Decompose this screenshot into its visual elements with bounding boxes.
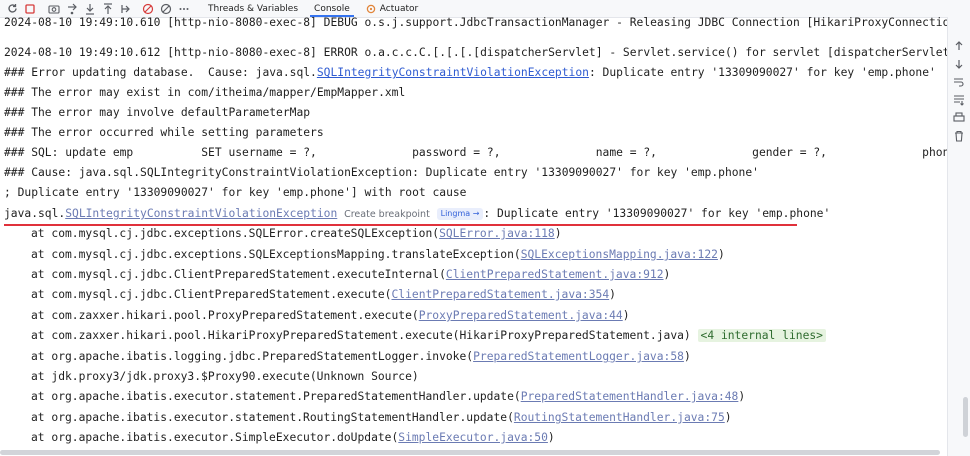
source-link[interactable]: ProxyPreparedStatement.java:44 xyxy=(419,309,623,322)
log-line: 2024-08-10 19:49:10.610 [http-nio-8080-e… xyxy=(4,17,948,29)
log-line: 2024-08-10 19:49:10.612 [http-nio-8080-e… xyxy=(4,46,948,59)
exception-message: : Duplicate entry '13309090027' for key … xyxy=(483,207,831,220)
run-to-cursor-icon[interactable] xyxy=(120,3,132,15)
stack-frame: at org.apache.ibatis.executor.SimpleExec… xyxy=(31,428,555,448)
stack-frame: at org.apache.ibatis.logging.jdbc.Prepar… xyxy=(31,347,691,367)
tab-label: Threads & Variables xyxy=(208,3,299,14)
log-text: ### Error updating database. Cause: java… xyxy=(4,66,317,79)
frame-text: at org.apache.ibatis.logging.jdbc.Prepar… xyxy=(31,350,474,363)
vertical-scrollbar[interactable] xyxy=(963,397,968,437)
source-link[interactable]: SimpleExecutor.java:50 xyxy=(398,431,548,444)
frame-text: ) xyxy=(663,268,671,281)
source-link[interactable]: PreparedStatementLogger.java:58 xyxy=(473,350,684,363)
frame-text: ) xyxy=(622,309,630,322)
tab-actuator[interactable]: Actuator xyxy=(358,0,426,17)
frame-text: at com.mysql.cj.jdbc.exceptions.SQLExcep… xyxy=(31,248,521,261)
frame-text: ) xyxy=(738,390,746,403)
scroll-down-icon[interactable] xyxy=(953,55,965,69)
restart-icon[interactable] xyxy=(6,3,18,15)
exception-link[interactable]: SQLIntegrityConstraintViolationException xyxy=(317,66,589,79)
debug-toolbar: Threads & Variables Console Actuator xyxy=(0,0,970,18)
frame-text: at com.mysql.cj.jdbc.exceptions.SQLError… xyxy=(31,227,440,240)
source-link[interactable]: ClientPreparedStatement.java:354 xyxy=(391,288,609,301)
log-line: ### Error updating database. Cause: java… xyxy=(4,63,936,83)
tab-label: Actuator xyxy=(379,3,419,14)
frame-text: ) xyxy=(683,350,691,363)
exception-line: java.sql.SQLIntegrityConstraintViolation… xyxy=(4,204,830,224)
frame-text: at com.zaxxer.hikari.pool.ProxyPreparedS… xyxy=(31,309,419,322)
horizontal-scrollbar-thumb[interactable] xyxy=(0,450,940,455)
frame-text: ) xyxy=(609,288,616,301)
step-out-icon[interactable] xyxy=(102,2,114,15)
tab-label: Console xyxy=(314,3,350,14)
actuator-icon xyxy=(366,4,376,14)
frame-text: at org.apache.ibatis.executor.SimpleExec… xyxy=(31,431,399,444)
step-into-icon[interactable] xyxy=(84,3,96,15)
frame-text: at org.apache.ibatis.executor.statement.… xyxy=(31,390,521,403)
soft-wrap-icon[interactable] xyxy=(953,73,965,87)
horizontal-scrollbar[interactable] xyxy=(0,449,948,456)
source-link[interactable]: SQLExceptionsMapping.java:122 xyxy=(521,248,718,261)
frame-text: at com.mysql.cj.jdbc.ClientPreparedState… xyxy=(31,268,446,281)
scroll-to-end-icon[interactable] xyxy=(953,91,965,106)
print-icon[interactable] xyxy=(953,109,965,122)
evaluate-icon[interactable] xyxy=(142,3,154,15)
frame-text: ) xyxy=(724,411,732,424)
console-side-toolbar xyxy=(947,17,970,456)
stack-frame: at com.mysql.cj.jdbc.ClientPreparedState… xyxy=(31,285,616,305)
error-underline xyxy=(4,224,797,226)
scroll-up-icon[interactable] xyxy=(953,37,965,50)
stack-frame: at com.mysql.cj.jdbc.exceptions.SQLExcep… xyxy=(31,245,725,265)
stack-frame: at org.apache.ibatis.executor.statement.… xyxy=(31,387,745,407)
lingma-badge[interactable]: Lingma → xyxy=(436,208,484,220)
exception-prefix: java.sql. xyxy=(4,207,66,220)
frame-text: ) xyxy=(547,431,555,444)
frame-text: at com.zaxxer.hikari.pool.HikariProxyPre… xyxy=(31,329,691,342)
log-text: : Duplicate entry '13309090027' for key … xyxy=(588,66,936,79)
stop-icon[interactable] xyxy=(24,3,36,15)
frame-text: ) xyxy=(717,248,725,261)
stack-frame: at com.zaxxer.hikari.pool.ProxyPreparedS… xyxy=(31,306,630,326)
camera-icon[interactable] xyxy=(48,3,60,15)
stack-frame: at com.mysql.cj.jdbc.ClientPreparedState… xyxy=(31,265,670,285)
stack-frame: at com.zaxxer.hikari.pool.HikariProxyPre… xyxy=(31,326,826,346)
tab-threads-variables[interactable]: Threads & Variables xyxy=(200,0,306,17)
stack-frame: at com.mysql.cj.jdbc.exceptions.SQLError… xyxy=(31,224,562,244)
more-icon[interactable] xyxy=(178,3,190,15)
log-line: ### Cause: java.sql.SQLIntegrityConstrai… xyxy=(4,166,759,179)
frame-text: at org.apache.ibatis.executor.statement.… xyxy=(31,411,514,424)
source-link[interactable]: PreparedStatementHandler.java:48 xyxy=(521,390,739,403)
debug-tabs: Threads & Variables Console Actuator xyxy=(200,0,426,17)
source-link[interactable]: SQLError.java:118 xyxy=(439,227,555,240)
folded-internal-lines[interactable]: <4 internal lines> xyxy=(697,329,826,342)
log-line: ; Duplicate entry '13309090027' for key … xyxy=(4,186,467,199)
console-output[interactable]: 2024-08-10 19:49:10.610 [http-nio-8080-e… xyxy=(0,17,948,456)
stack-frame: at org.apache.ibatis.executor.statement.… xyxy=(31,408,732,428)
exception-class-link[interactable]: SQLIntegrityConstraintViolationException xyxy=(65,207,337,220)
tab-console[interactable]: Console xyxy=(306,0,358,17)
delete-icon[interactable] xyxy=(953,127,965,142)
stack-frame: at jdk.proxy3/jdk.proxy3.$Proxy90.execut… xyxy=(31,370,419,383)
frame-text: at com.mysql.cj.jdbc.ClientPreparedState… xyxy=(31,288,392,301)
create-breakpoint-link[interactable]: Create breakpoint xyxy=(344,209,430,220)
step-over-icon[interactable] xyxy=(66,3,78,15)
log-line: ### SQL: update emp SET username = ?, pa… xyxy=(4,146,948,159)
log-line: ### The error occurred while setting par… xyxy=(4,126,324,139)
frame-text: ) xyxy=(554,227,562,240)
log-line: ### The error may exist in com/itheima/m… xyxy=(4,86,406,99)
source-link[interactable]: ClientPreparedStatement.java:912 xyxy=(446,268,664,281)
log-line: ### The error may involve defaultParamet… xyxy=(4,106,311,119)
mute-breakpoints-icon[interactable] xyxy=(160,3,172,15)
source-link[interactable]: RoutingStatementHandler.java:75 xyxy=(514,411,725,424)
